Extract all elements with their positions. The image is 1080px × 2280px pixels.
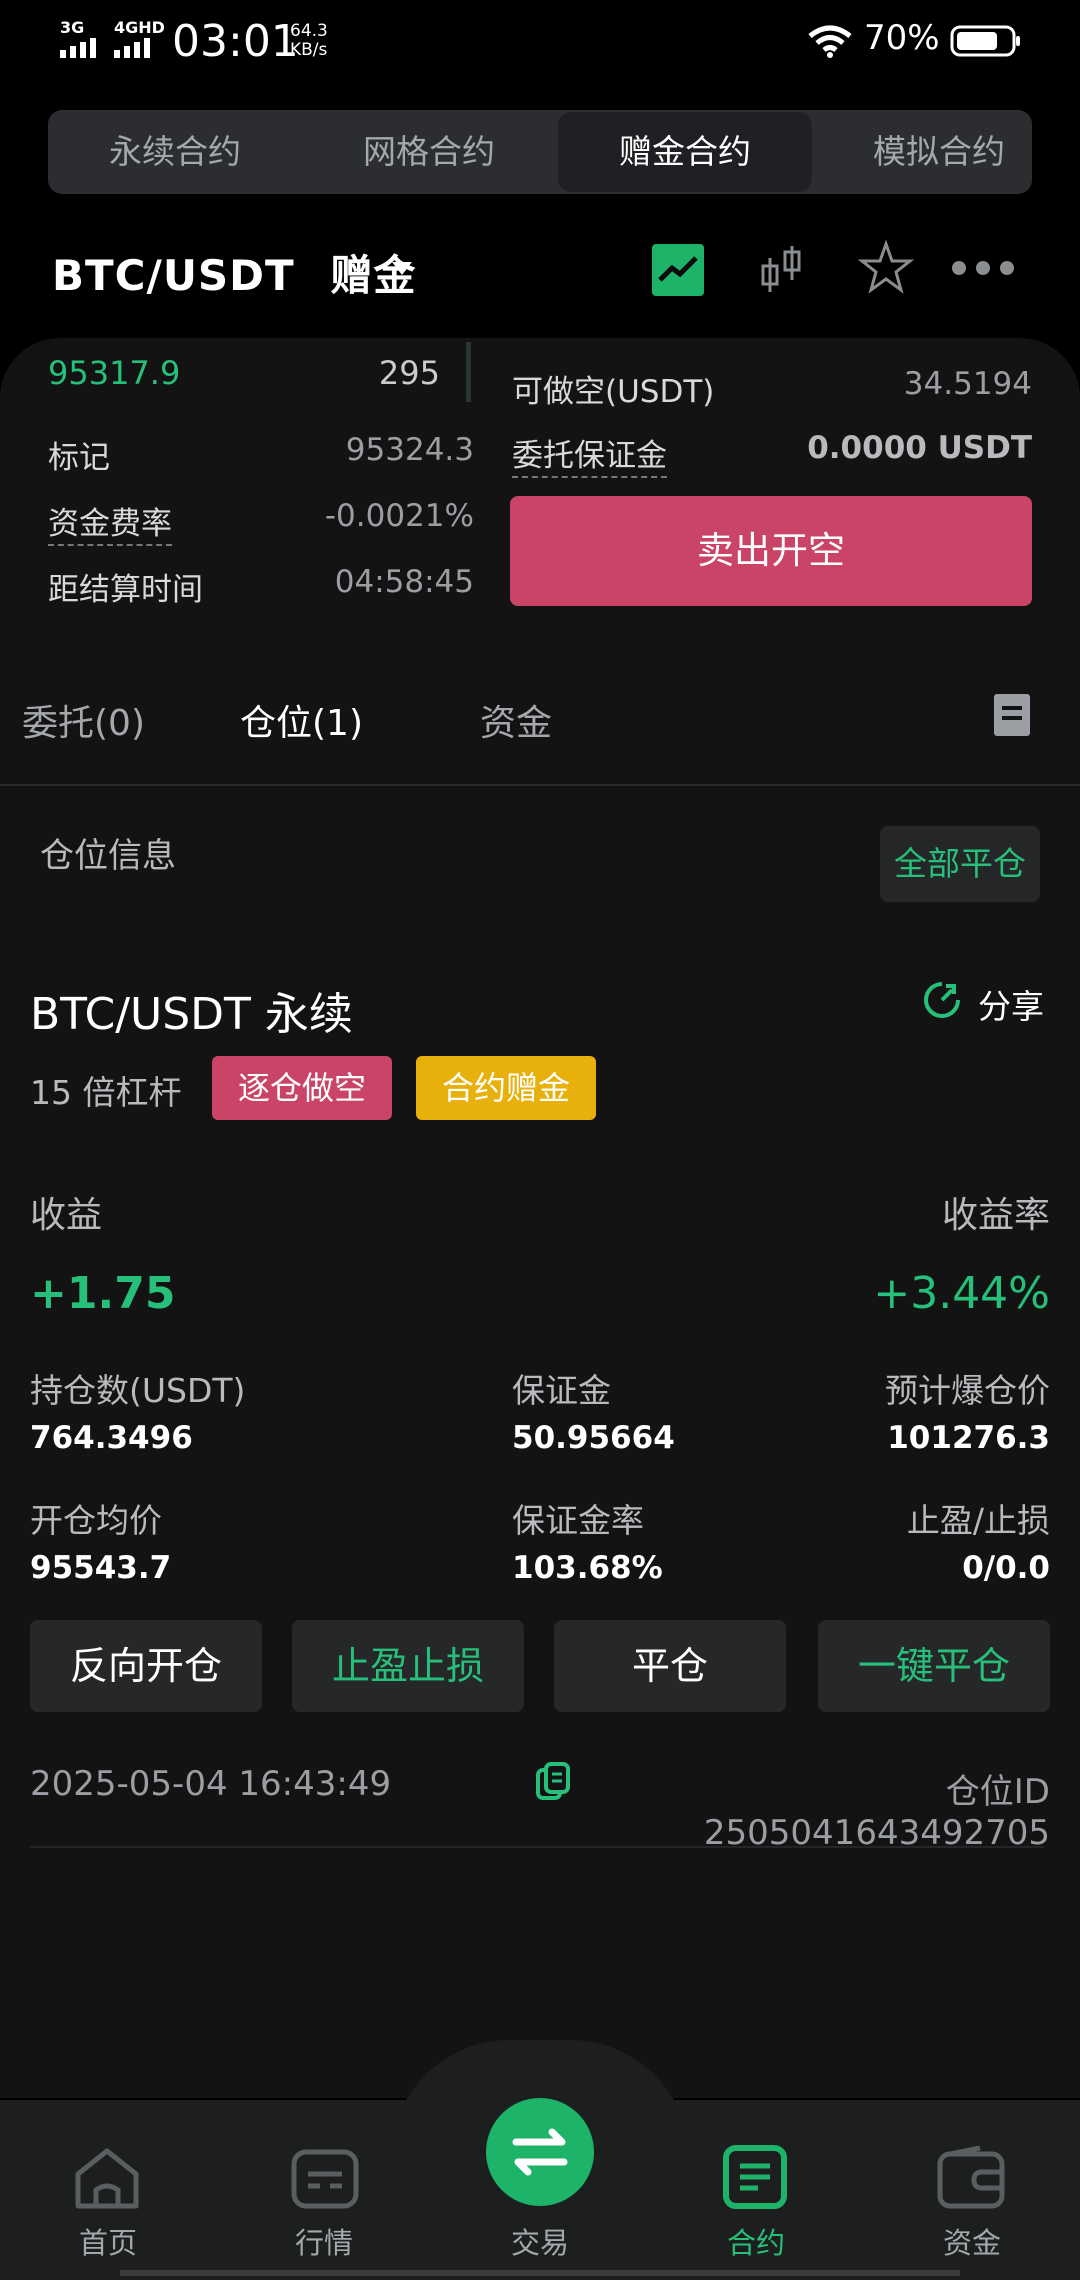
roe-label: 收益率: [941, 1195, 1050, 1236]
nav-market-label[interactable]: 行情: [264, 2220, 384, 2262]
gesture-bar: [120, 2270, 960, 2276]
roe-value: +3.44%: [873, 1268, 1050, 1319]
position-symbol: BTC/USDT 永续: [30, 989, 353, 1040]
chevron-down-icon[interactable]: [392, 262, 412, 275]
mark-price-value: 95324.3: [345, 432, 474, 468]
leverage-label: 15 倍杠杆: [30, 1073, 182, 1112]
candlestick-icon[interactable]: [756, 244, 808, 296]
pnl-label: 收益: [30, 1195, 103, 1236]
pair-suffix: 赠金: [330, 251, 417, 300]
settlement-time-label: 距结算时间: [48, 572, 203, 608]
one-click-close-button[interactable]: 一键平仓: [818, 1620, 1050, 1712]
signal-3g-label: 3G: [60, 18, 85, 37]
signal-bars-icon: [60, 38, 106, 62]
nav-contract-label[interactable]: 合约: [696, 2220, 816, 2262]
short-available-label: 可做空(USDT): [512, 374, 715, 410]
document-icon[interactable]: [994, 694, 1030, 736]
clock: 03:01: [172, 16, 299, 67]
tp-sl-value: 0/0.0: [962, 1550, 1050, 1586]
more-icon[interactable]: [950, 258, 1016, 278]
trade-button[interactable]: [486, 2098, 594, 2206]
network-speed: 64.3 KB/s: [290, 21, 328, 60]
entry-price-value: 95543.7: [30, 1550, 172, 1586]
divider: [0, 784, 1080, 786]
wallet-icon[interactable]: [936, 2145, 1008, 2214]
star-icon[interactable]: [857, 239, 915, 296]
nav-home-label[interactable]: 首页: [48, 2220, 168, 2262]
chart-icon[interactable]: [652, 244, 704, 296]
last-price: 95317.9: [48, 354, 181, 392]
margin-ratio-label: 保证金率: [512, 1501, 644, 1540]
tp-sl-label: 止盈/止损: [906, 1501, 1050, 1540]
funding-rate-value: -0.0021%: [324, 498, 474, 534]
tab-orders[interactable]: 委托(0): [22, 694, 145, 746]
position-size-label: 持仓数(USDT): [30, 1371, 246, 1410]
tab-positions[interactable]: 仓位(1): [240, 694, 363, 746]
tp-sl-button[interactable]: 止盈止损: [292, 1620, 524, 1712]
pnl-value: +1.75: [30, 1268, 176, 1319]
signal-4g-label: 4GHD: [114, 18, 165, 37]
liquidation-price-label: 预计爆仓价: [885, 1371, 1050, 1410]
close-position-button[interactable]: 平仓: [554, 1620, 786, 1712]
close-all-button[interactable]: 全部平仓: [880, 826, 1040, 902]
position-id: 仓位ID 2505041643492705: [703, 1772, 1050, 1853]
share-icon[interactable]: [922, 980, 962, 1024]
contract-icon[interactable]: [722, 2144, 788, 2214]
home-icon[interactable]: [72, 2146, 142, 2214]
margin-value: 50.95664: [512, 1420, 675, 1456]
tab-bonus[interactable]: 赠金合约: [558, 112, 812, 192]
market-icon[interactable]: [290, 2148, 360, 2214]
margin-ratio-value: 103.68%: [512, 1550, 663, 1586]
last-quantity: 295: [378, 354, 440, 392]
funding-rate-label[interactable]: 资金费率: [48, 498, 172, 546]
position-info-title: 仓位信息: [40, 836, 176, 876]
position-size-value: 764.3496: [30, 1420, 193, 1456]
nav-trade-label[interactable]: 交易: [480, 2220, 600, 2262]
battery-icon: [950, 24, 1022, 62]
position-time: 2025-05-04 16:43:49: [30, 1764, 392, 1804]
wifi-icon: [808, 24, 852, 62]
entry-price-label: 开仓均价: [30, 1501, 162, 1540]
reverse-position-button[interactable]: 反向开仓: [30, 1620, 262, 1712]
contract-type-tabs: 永续合约 网格合约 赠金合约 模拟合约: [48, 110, 1032, 194]
liquidation-price-value: 101276.3: [887, 1420, 1050, 1456]
short-available-value: 34.5194: [903, 366, 1032, 402]
bonus-badge: 合约赠金: [416, 1056, 596, 1120]
copy-icon[interactable]: [534, 1762, 572, 1806]
order-margin-value: 0.0000 USDT: [807, 430, 1032, 466]
share-button[interactable]: 分享: [978, 980, 1044, 1028]
margin-label: 保证金: [512, 1371, 611, 1410]
order-margin-label[interactable]: 委托保证金: [512, 430, 667, 478]
divider: [30, 1846, 1044, 1848]
depth-divider: [466, 342, 471, 402]
mark-price-label: 标记: [48, 440, 110, 476]
tab-funds[interactable]: 资金: [480, 694, 552, 746]
tab-demo[interactable]: 模拟合约: [812, 110, 1032, 194]
sell-open-short-button[interactable]: 卖出开空: [510, 496, 1032, 606]
pair-selector[interactable]: BTC/USDT 赠金: [52, 242, 416, 303]
isolated-short-badge: 逐仓做空: [212, 1056, 392, 1120]
tab-perpetual[interactable]: 永续合约: [48, 110, 302, 194]
pair-name: BTC/USDT: [52, 251, 295, 300]
nav-funds-label[interactable]: 资金: [912, 2220, 1032, 2262]
tab-grid[interactable]: 网格合约: [302, 110, 556, 194]
settlement-time-value: 04:58:45: [334, 564, 474, 600]
signal-bars-icon: [114, 38, 160, 62]
status-bar: 3G 4GHD 03:01 64.3 KB/s 70%: [0, 0, 1080, 90]
battery-percent: 70%: [864, 18, 940, 58]
